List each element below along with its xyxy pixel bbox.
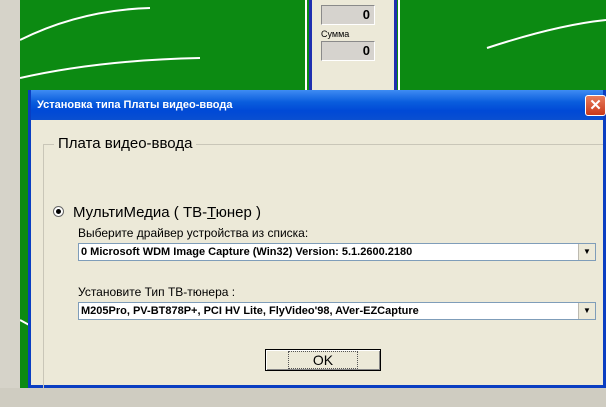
multimedia-radio[interactable]: МультиМедиа ( ТВ-Тюнер )	[53, 204, 261, 221]
chevron-down-icon[interactable]: ▼	[578, 303, 595, 319]
ok-button[interactable]: OK	[265, 349, 381, 371]
sum-counter: 0	[321, 41, 375, 61]
tuner-label: Установите Тип ТВ-тюнера :	[78, 285, 236, 299]
radio-label-accel: Т	[207, 204, 216, 221]
dialog-title: Установка типа Платы видео-ввода	[37, 99, 233, 111]
radio-label-after: юнер )	[215, 204, 262, 221]
bottom-strip	[0, 388, 606, 407]
driver-select-value: 0 Microsoft WDM Image Capture (Win32) Ve…	[81, 246, 413, 258]
radio-checked-icon[interactable]	[53, 206, 64, 217]
ok-button-label: OK	[287, 351, 359, 369]
tuner-select-value: M205Pro, PV-BT878P+, PCI HV Lite, FlyVid…	[81, 305, 419, 317]
group-title: Плата видео-ввода	[54, 135, 197, 152]
top-counter: 0	[321, 5, 375, 25]
tuner-select[interactable]: M205Pro, PV-BT878P+, PCI HV Lite, FlyVid…	[78, 302, 596, 320]
close-x-icon: ✕	[589, 97, 602, 114]
video-input-dialog: Установка типа Платы видео-ввода ✕ Плата…	[28, 90, 606, 394]
close-button[interactable]: ✕	[585, 95, 606, 116]
chevron-down-icon[interactable]: ▼	[578, 244, 595, 260]
driver-label: Выберите драйвер устройства из списка:	[78, 226, 309, 240]
driver-select[interactable]: 0 Microsoft WDM Image Capture (Win32) Ve…	[78, 243, 596, 261]
sum-label: Сумма	[321, 29, 350, 39]
dialog-titlebar[interactable]: Установка типа Платы видео-ввода ✕	[31, 90, 606, 120]
radio-label-before: МультиМедиа ( ТВ-	[73, 204, 208, 221]
